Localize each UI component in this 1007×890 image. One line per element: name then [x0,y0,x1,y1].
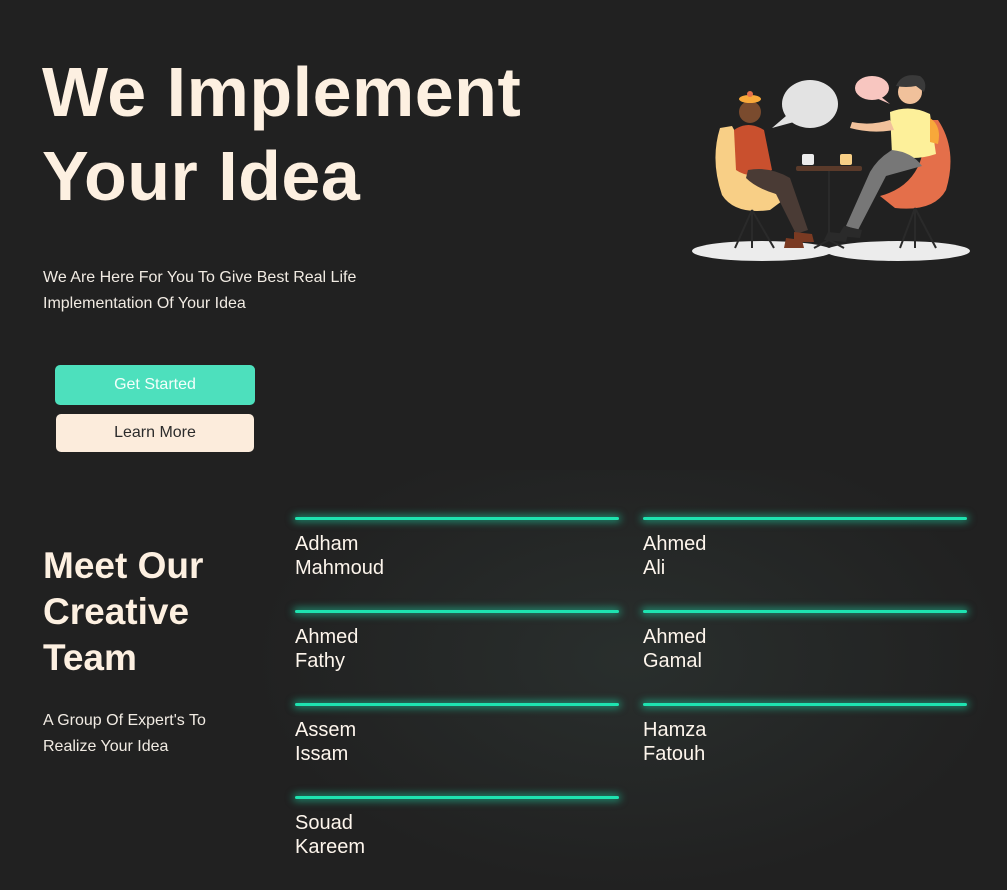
member-last-name: Fatouh [643,743,706,765]
member-accent-line [295,796,619,799]
team-title-line-1: Meet Our [43,545,204,586]
two-people-chatting-illustration [692,75,970,261]
member-accent-line [643,517,967,520]
learn-more-button[interactable]: Learn More [56,414,254,452]
member-name: Hamza Fatouh [643,718,967,766]
team-member-card: Adham Mahmoud [295,517,619,580]
team-member-card: Ahmed Fathy [295,610,619,673]
hero-title-line-1: We Implement [42,53,522,131]
member-first-name: Ahmed [643,533,707,555]
team-member-card: Ahmed Gamal [643,610,967,673]
team-title: Meet Our Creative Team [43,543,263,681]
hero-subtitle: We Are Here For You To Give Best Real Li… [43,269,357,312]
member-accent-line [295,517,619,520]
member-accent-line [295,610,619,613]
team-member-card: Ahmed Ali [643,517,967,580]
member-last-name: Ali [643,557,666,579]
member-first-name: Hamza [643,719,707,741]
team-member-card: Hamza Fatouh [643,703,967,766]
member-name: Assem Issam [295,718,619,766]
member-name: Ahmed Fathy [295,625,619,673]
member-first-name: Ahmed [295,626,359,648]
member-name: Ahmed Ali [643,532,967,580]
member-first-name: Ahmed [643,626,707,648]
member-name: Souad Kareem [295,811,619,859]
member-name: Ahmed Gamal [643,625,967,673]
member-first-name: Assem [295,719,357,741]
team-subtitle: A Group Of Expert's To Realize Your Idea [43,712,206,755]
member-name: Adham Mahmoud [295,532,619,580]
member-accent-line [643,610,967,613]
member-first-name: Adham [295,533,359,555]
member-first-name: Souad [295,812,353,834]
team-member-card: Assem Issam [295,703,619,766]
team-title-line-2: Creative [43,591,190,632]
hero-title-line-2: Your Idea [42,137,361,215]
member-last-name: Mahmoud [295,557,384,579]
member-accent-line [295,703,619,706]
get-started-button[interactable]: Get Started [55,365,255,405]
team-member-card: Souad Kareem [295,796,619,859]
member-last-name: Fathy [295,650,346,672]
member-last-name: Kareem [295,836,366,858]
member-accent-line [643,703,967,706]
member-last-name: Gamal [643,650,702,672]
hero-title: We Implement Your Idea [42,50,642,218]
member-last-name: Issam [295,743,349,765]
team-title-line-3: Team [43,637,137,678]
